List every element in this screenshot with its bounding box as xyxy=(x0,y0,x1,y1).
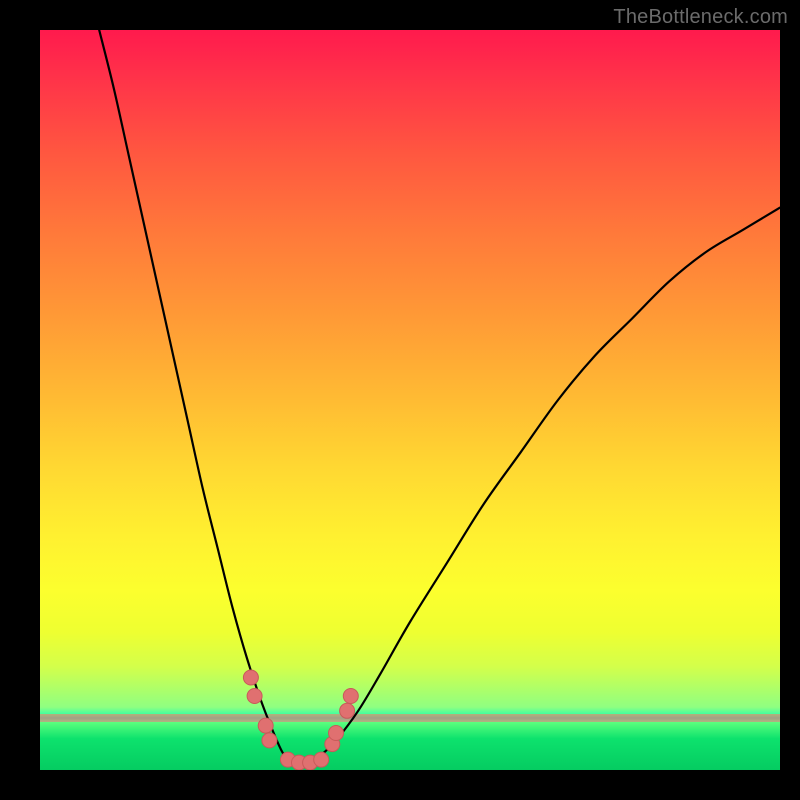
bottleneck-curve xyxy=(40,30,780,770)
plot-area xyxy=(40,30,780,770)
valley-markers xyxy=(243,670,358,770)
valley-marker xyxy=(340,703,355,718)
watermark-text: TheBottleneck.com xyxy=(613,6,788,29)
valley-marker xyxy=(329,726,344,741)
valley-marker xyxy=(343,689,358,704)
curve-path xyxy=(99,30,780,766)
valley-marker xyxy=(247,689,262,704)
valley-marker xyxy=(262,733,277,748)
valley-marker xyxy=(243,670,258,685)
valley-marker xyxy=(258,718,273,733)
chart-frame: TheBottleneck.com xyxy=(0,0,800,800)
valley-marker xyxy=(314,752,329,767)
